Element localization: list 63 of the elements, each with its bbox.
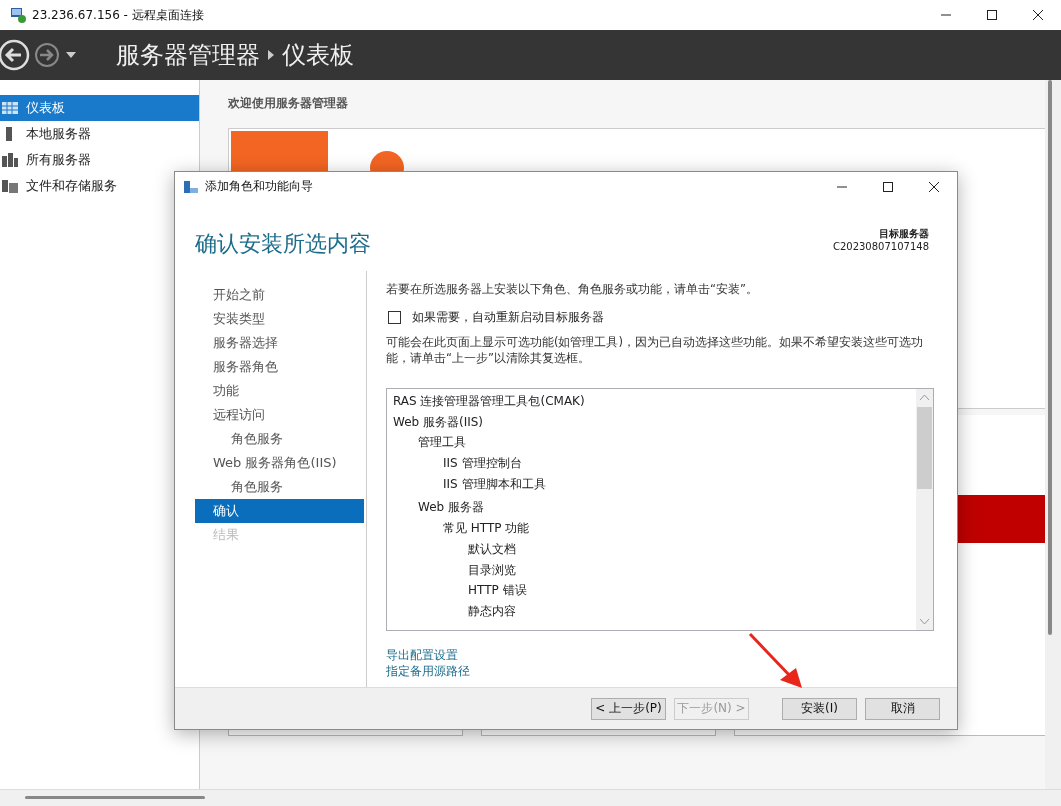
wizard-step[interactable]: 确认	[195, 499, 364, 523]
history-dropdown[interactable]	[66, 52, 76, 58]
window-title: 23.236.67.156 - 远程桌面连接	[32, 6, 204, 24]
page-heading: 确认安装所选内容	[195, 230, 371, 258]
scroll-up-icon	[920, 395, 929, 400]
list-scrollbar[interactable]	[916, 389, 933, 630]
maximize-icon	[883, 181, 893, 192]
selection-item: 静态内容	[468, 602, 516, 620]
close-icon	[1033, 10, 1043, 20]
selection-item: 目录浏览	[468, 561, 516, 579]
sidebar-item[interactable]: 所有服务器	[0, 147, 199, 173]
back-button[interactable]: < 上一步(P)	[591, 697, 666, 720]
link[interactable]: 指定备用源路径	[386, 663, 470, 679]
close-icon	[929, 181, 939, 192]
remote-desktop-icon	[10, 7, 26, 23]
sidebar-item[interactable]: 仪表板	[0, 95, 199, 121]
breadcrumb-separator-icon	[268, 50, 274, 60]
page-title: 仪表板	[282, 40, 354, 71]
selection-item: Web 服务器(IIS)	[393, 413, 484, 431]
selection-item: 默认文档	[468, 540, 516, 558]
checkbox-label[interactable]: 如果需要，自动重新启动目标服务器	[412, 309, 604, 326]
wizard-step[interactable]: 服务器选择	[195, 331, 364, 355]
selection-item: RAS 连接管理器管理工具包(CMAK)	[393, 393, 585, 410]
back-arrow-icon	[0, 39, 30, 71]
sidebar-item[interactable]: 本地服务器	[0, 121, 199, 147]
wizard-step[interactable]: 功能	[195, 379, 364, 403]
selection-item: HTTP 错误	[468, 582, 527, 600]
wizard-step[interactable]: 角色服务	[195, 427, 364, 451]
dialog-title: 添加角色和功能向导	[205, 178, 314, 195]
target-server-label: 目标服务器	[878, 227, 929, 241]
wizard-step[interactable]: 角色服务	[195, 475, 364, 499]
wizard-step[interactable]: 开始之前	[195, 283, 364, 307]
cancel-button[interactable]: 取消	[865, 697, 940, 720]
selection-item: 管理工具	[418, 434, 466, 452]
wizard-step[interactable]: 服务器角色	[195, 355, 364, 379]
selection-item: IIS 管理控制台	[443, 455, 522, 473]
wizard-step[interactable]: 远程访问	[195, 403, 364, 427]
selection-item: IIS 管理脚本和工具	[443, 475, 546, 493]
restart-checkbox[interactable]	[388, 311, 401, 324]
selection-item: Web 服务器	[418, 499, 484, 517]
scroll-down-icon	[920, 619, 929, 624]
vertical-scrollbar[interactable]	[1045, 80, 1061, 789]
forward-button[interactable]	[34, 42, 60, 68]
horizontal-scrollbar[interactable]	[0, 789, 1061, 806]
selection-item: 常见 HTTP 功能	[443, 520, 530, 538]
breadcrumb-link[interactable]: 服务器管理器	[116, 39, 260, 71]
back-button[interactable]	[0, 39, 30, 71]
target-server-name: C20230807107148	[832, 241, 929, 252]
dropdown-caret-icon	[66, 52, 76, 58]
servers-icon	[2, 152, 18, 168]
wizard-icon	[183, 178, 199, 195]
instruction-text: 若要在所选服务器上安装以下角色、角色服务或功能，请单击“安装”。	[386, 281, 759, 297]
welcome-heading: 欢迎使用服务器管理器	[228, 95, 349, 112]
maximize-icon	[987, 10, 997, 20]
grid-icon	[2, 100, 18, 116]
note-text: 可能会在此页面上显示可选功能(如管理工具)，因为已自动选择这些功能。如果不希望安装这些可选功能，请单击“上一步”以清除其复选框。	[386, 334, 924, 366]
link[interactable]: 导出配置设置	[386, 647, 458, 663]
install-button[interactable]: 安装(I)	[782, 697, 857, 720]
pointer-arrow	[748, 632, 804, 690]
sidebar-item[interactable]: 文件和存储服务	[0, 173, 199, 199]
wizard-step[interactable]: 安装类型	[195, 307, 364, 331]
storage-icon	[2, 178, 18, 194]
wizard-step[interactable]: Web 服务器角色(IIS)	[195, 451, 364, 475]
